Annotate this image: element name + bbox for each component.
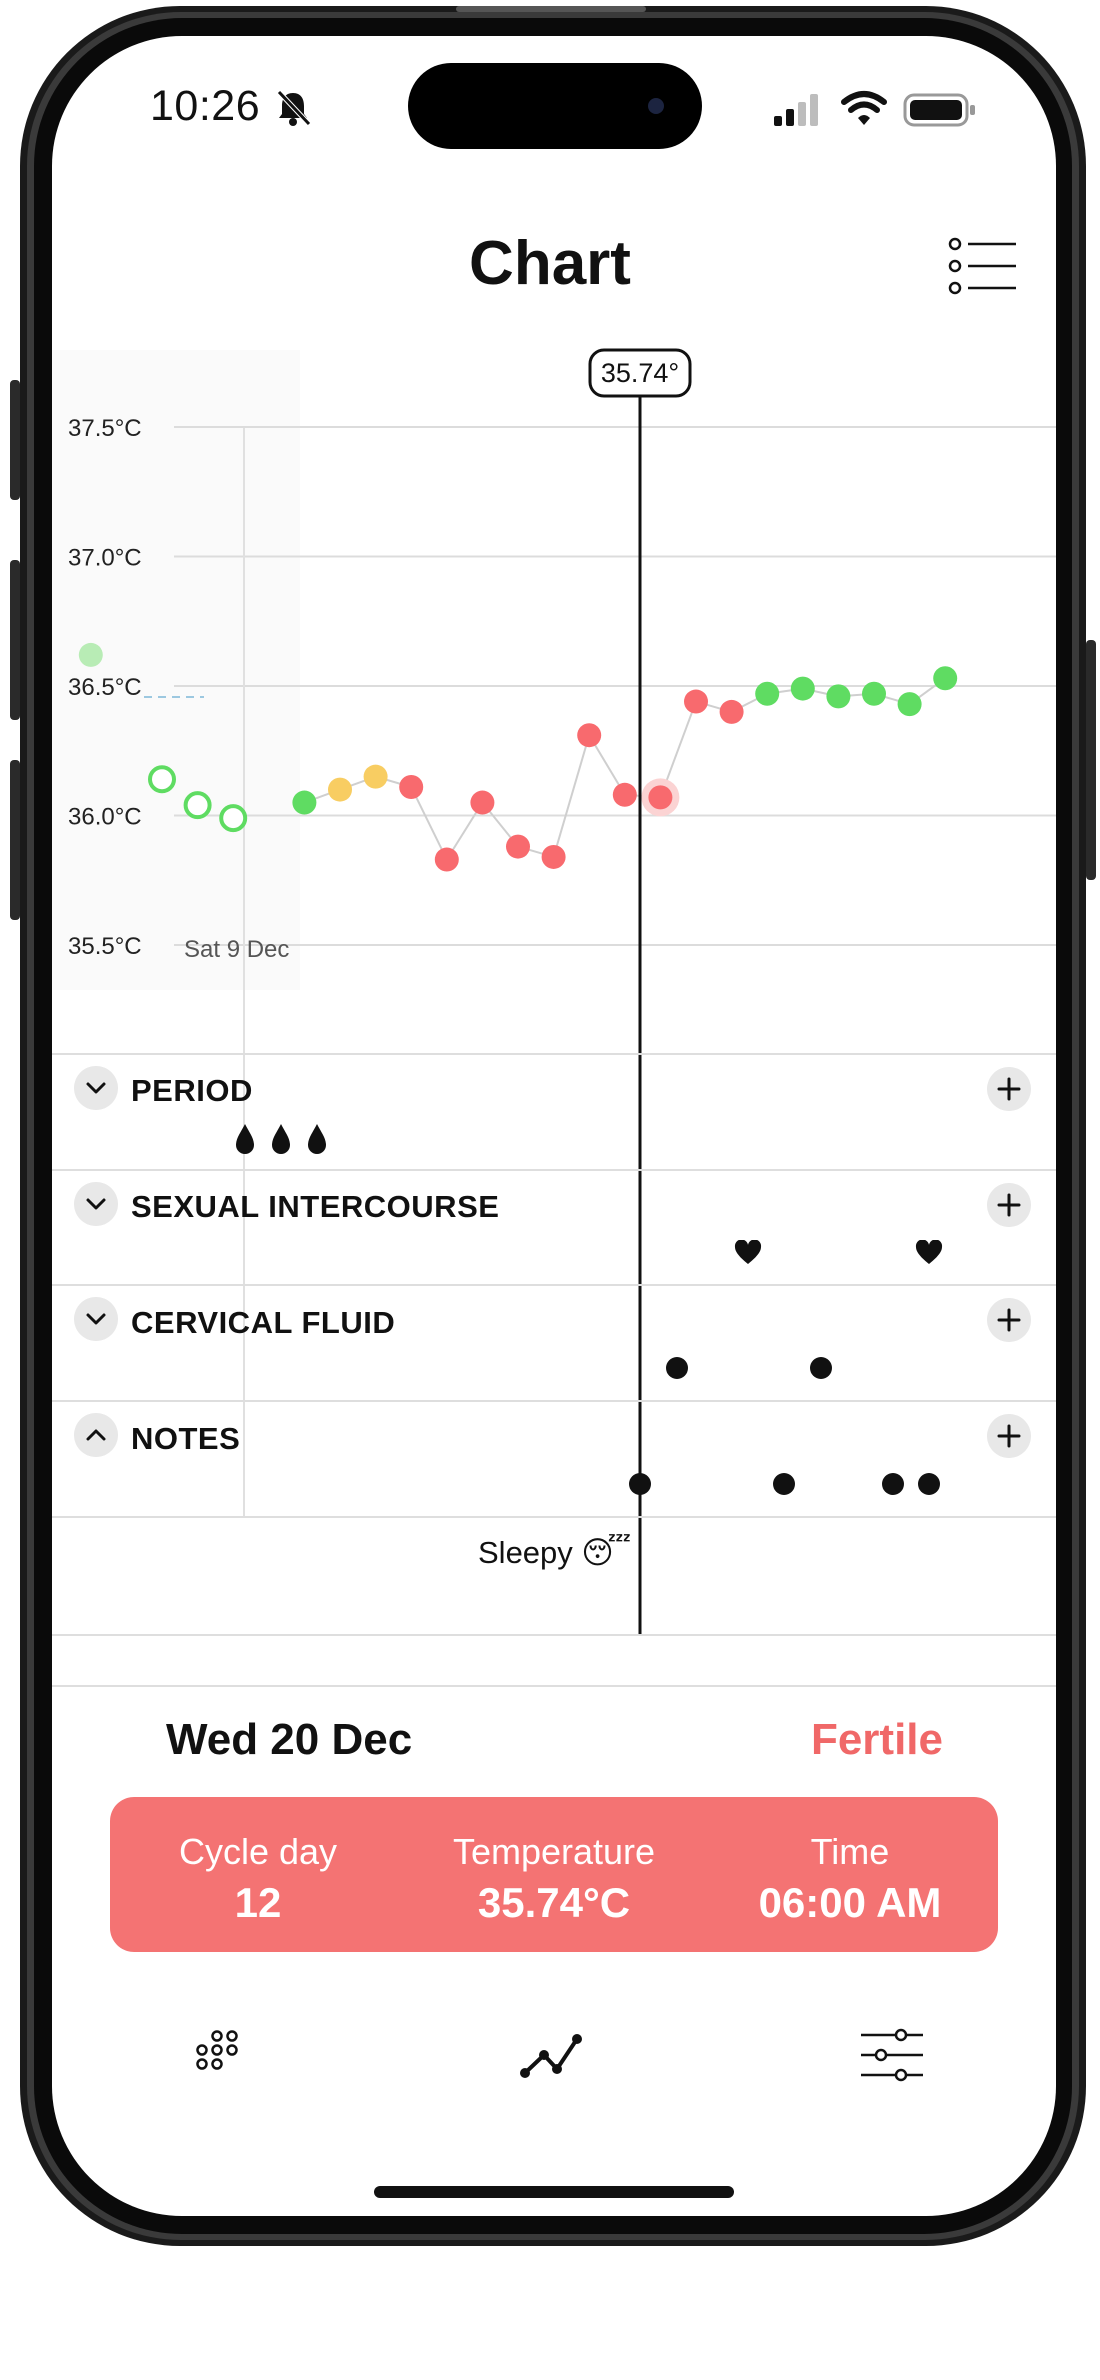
note-dot [629,1473,651,1495]
note-dot [882,1473,904,1495]
y-tick-label: 35.5°C [68,933,142,960]
time-block: Time 06:00 AM [702,1797,998,1952]
temperature-point[interactable] [541,844,566,869]
divider [52,1516,1056,1518]
temperature-point[interactable] [328,777,352,802]
day-info-card: Cycle day 12 Temperature 35.74°C Time 06… [110,1797,998,1952]
temperature-point[interactable] [897,692,922,717]
temperature-point[interactable] [719,699,744,724]
chevron-up-icon[interactable] [74,1413,118,1457]
list-menu-icon[interactable] [948,236,1018,296]
add-fluid-button[interactable] [987,1298,1031,1342]
fertility-status: Fertile [810,1715,943,1764]
fluid-dot [810,1357,832,1379]
divider [52,1284,1056,1286]
chart-fade-panel [52,350,300,990]
cycle-day-block: Cycle day 12 [110,1797,406,1952]
temperature-point[interactable] [148,765,176,794]
temperature-point[interactable] [826,684,851,709]
settings-sliders-icon[interactable] [857,2025,927,2085]
add-period-button[interactable] [987,1067,1031,1111]
page-title: Chart [469,229,631,298]
divider [52,1169,1056,1171]
cycle-day-value: 12 [234,1879,282,1926]
temperature-label: Temperature [452,1831,656,1872]
chevron-down-icon[interactable] [74,1297,118,1341]
temperature-point[interactable] [790,676,815,701]
temperature-point[interactable] [292,790,317,815]
temperature-point[interactable] [577,723,602,748]
status-time: 10:26 [150,82,261,130]
period-drops [236,1124,326,1154]
temperature-point[interactable] [470,790,495,815]
y-tick-label: 36.5°C [68,674,142,701]
chevron-down-icon[interactable] [74,1066,118,1110]
x-tick-label: Sat 9 Dec [184,936,289,963]
series-segment [552,734,591,858]
section-title-intercourse: SEXUAL INTERCOURSE [131,1189,500,1224]
cycle-day-label: Cycle day [178,1831,338,1872]
wifi-icon [841,91,887,125]
temperature-point[interactable] [862,681,886,706]
divider [52,1053,1056,1055]
drop-icon [272,1124,290,1154]
divider [52,1400,1056,1402]
temperature-point[interactable] [363,764,388,789]
battery-icon [903,93,975,127]
temperature-point[interactable] [933,666,958,691]
cursor-value: 35.74° [601,358,679,388]
signal-icon [774,94,818,126]
temperature-point[interactable] [648,785,673,810]
heart-icon [915,1240,943,1264]
calendar-icon[interactable] [184,2025,254,2085]
series-line [304,677,946,861]
add-note-button[interactable] [987,1414,1031,1458]
y-tick-label: 36.0°C [68,804,142,831]
temperature-point[interactable] [219,804,248,833]
note-text: Sleepy 😴 [478,1535,632,1570]
time-value: 06:00 AM [758,1879,942,1926]
add-intercourse-button[interactable] [987,1183,1031,1227]
note-dot [773,1473,795,1495]
temperature-point[interactable] [183,791,212,820]
note-dot [918,1473,940,1495]
chart-icon[interactable] [517,2025,587,2085]
section-title-cervical-fluid: CERVICAL FLUID [131,1305,396,1340]
temperature-point[interactable] [78,642,103,667]
section-title-notes: NOTES [131,1421,241,1456]
temperature-point[interactable] [755,681,780,706]
temperature-point[interactable] [506,834,530,859]
drop-icon [308,1124,326,1154]
series-segment [410,786,448,860]
selected-date: Wed 20 Dec [166,1715,413,1764]
drop-icon [236,1124,254,1154]
temperature-point[interactable] [612,782,637,807]
temperature-point[interactable] [399,775,424,800]
bell-mute-icon [277,90,311,126]
temperature-block: Temperature 35.74°C [406,1797,702,1952]
heart-icon [734,1240,762,1264]
phone-frame: 10:26 Chart 37.5°C 37.0°C 36.5°C 36.0°C … [0,0,1100,2380]
home-indicator [374,2186,734,2198]
time-label: Time [810,1831,890,1872]
chevron-down-icon[interactable] [74,1182,118,1226]
fluid-dot [666,1357,688,1379]
section-title-period: PERIOD [131,1073,253,1108]
temperature-value: 35.74°C [477,1879,631,1926]
chart-grid [174,426,1056,946]
temperature-point[interactable] [684,689,708,714]
y-tick-label: 37.5°C [68,415,142,442]
y-tick-label: 37.0°C [68,545,142,572]
camera-dot [648,98,664,114]
temperature-point[interactable] [434,847,459,872]
divider [52,1634,1056,1636]
divider [52,1685,1056,1687]
